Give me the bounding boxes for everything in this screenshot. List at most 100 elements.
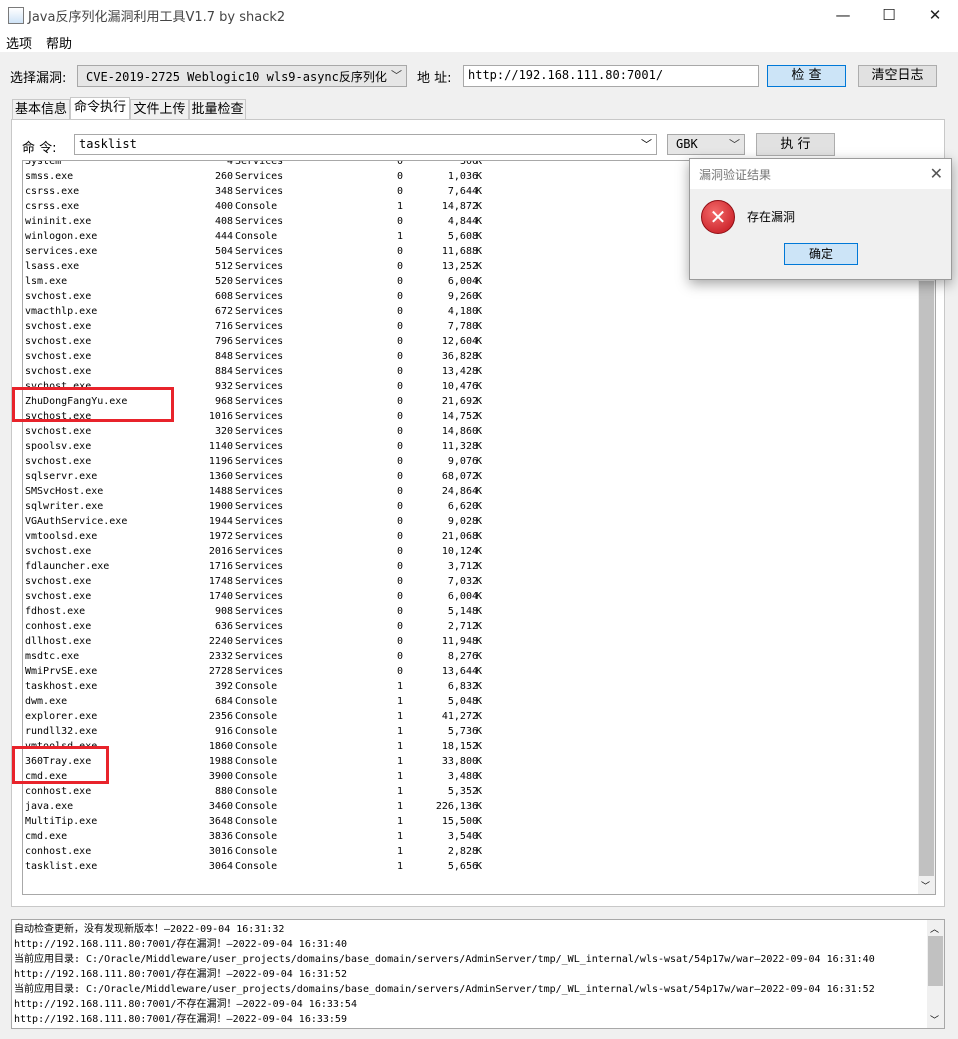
tab-basic-info[interactable]: 基本信息 [12,99,70,119]
process-pid: 504 [214,246,233,257]
process-mem-unit: K [476,516,483,527]
process-pid: 320 [214,426,233,437]
process-pid: 1740 [208,591,233,602]
process-pid: 4 [226,160,233,167]
log-scrollbar[interactable]: ︿ ﹀ [927,920,944,1028]
process-mem-unit: K [476,486,483,497]
process-mem-unit: K [476,160,483,167]
process-session: Services [235,186,284,197]
process-mem-unit: K [476,276,483,287]
process-mem: 300 [459,160,478,167]
process-session-num: 0 [397,276,404,287]
encoding-select[interactable]: GBK ﹀ [667,134,745,155]
clear-log-button[interactable]: 清空日志 [858,65,937,87]
process-mem-unit: K [476,501,483,512]
dialog-message: 存在漏洞 [747,210,796,224]
address-input[interactable]: http://192.168.111.80:7001/ [463,65,759,87]
process-mem: 9,028 [447,516,478,527]
vuln-select[interactable]: CVE-2019-2725 Weblogic10 wls9-async反序列化 … [77,65,407,87]
check-button[interactable]: 检 查 [767,65,846,87]
process-mem-unit: K [476,426,483,437]
process-session-num: 0 [397,516,404,527]
menu-options[interactable]: 选项 [6,33,32,52]
process-pid: 1016 [208,411,233,422]
close-button[interactable]: ✕ [912,0,958,30]
process-mem-unit: K [476,696,483,707]
process-pid: 348 [214,186,233,197]
log-scroll-thumb[interactable] [928,936,943,986]
app-icon [8,7,24,24]
process-pid: 1748 [208,576,233,587]
minimize-button[interactable]: — [820,0,866,30]
process-mem-unit: K [476,621,483,632]
error-icon: ✕ [701,200,735,234]
process-mem-unit: K [476,471,483,482]
process-session: Services [235,261,284,272]
process-mem: 2,712 [447,621,478,632]
process-session-num: 0 [397,456,404,467]
process-mem-unit: K [476,786,483,797]
tab-file-upload[interactable]: 文件上传 [130,99,189,119]
process-session-num: 0 [397,216,404,227]
process-mem-unit: K [476,531,483,542]
process-pid: 932 [214,381,233,392]
maximize-button[interactable]: ☐ [866,0,912,30]
process-mem: 8,276 [447,651,478,662]
process-name: dwm.exe [25,696,68,707]
process-mem: 4,180 [447,306,478,317]
process-session-num: 1 [397,771,404,782]
process-mem-unit: K [476,351,483,362]
process-name: tasklist.exe [25,861,98,872]
process-mem: 3,540 [447,831,478,842]
process-session-num: 1 [397,741,404,752]
process-mem-unit: K [476,741,483,752]
process-name: svchost.exe [25,351,92,362]
process-mem-unit: K [476,651,483,662]
tab-command-exec[interactable]: 命令执行 [70,97,130,120]
process-name: taskhost.exe [25,681,98,692]
process-session-num: 0 [397,546,404,557]
highlight-box [12,746,109,784]
output-scroll-thumb[interactable] [919,281,934,876]
process-mem-unit: K [476,201,483,212]
tab-batch-check[interactable]: 批量检查 [189,99,246,119]
process-session-num: 0 [397,441,404,452]
process-session: Services [235,531,284,542]
execute-button[interactable]: 执 行 [756,133,835,156]
menu-help[interactable]: 帮助 [46,33,72,52]
process-session: Console [235,786,278,797]
process-mem-unit: K [476,246,483,257]
log-area[interactable]: ︿ ﹀ 自动检查更新，没有发现新版本！—2022-09-04 16:31:32 h… [11,919,945,1029]
process-mem: 2,828 [447,846,478,857]
process-name: cmd.exe [25,831,68,842]
process-session-num: 1 [397,756,404,767]
process-session: Console [235,711,278,722]
process-mem: 9,260 [447,291,478,302]
command-input[interactable]: tasklist ﹀ [74,134,657,155]
process-pid: 636 [214,621,233,632]
process-mem-unit: K [476,456,483,467]
process-mem-unit: K [476,546,483,557]
scroll-down-icon[interactable]: ﹀ [930,1013,939,1026]
scroll-up-icon[interactable]: ︿ [930,922,939,935]
menu-bar: 选项 帮助 [0,30,958,52]
process-mem: 5,352 [447,786,478,797]
process-session-num: 1 [397,831,404,842]
process-mem: 226,136 [435,801,478,812]
close-icon[interactable]: ✕ [930,164,943,183]
process-name: explorer.exe [25,711,98,722]
process-name: rundll32.exe [25,726,98,737]
process-name: svchost.exe [25,576,92,587]
process-session-num: 1 [397,846,404,857]
process-mem: 13,644 [441,666,478,677]
ok-button[interactable]: 确定 [784,243,858,265]
scroll-down-icon[interactable]: ﹀ [921,879,930,892]
process-mem: 68,072 [441,471,478,482]
vuln-select-value: CVE-2019-2725 Weblogic10 wls9-async反序列化 [86,70,387,84]
process-mem-unit: K [476,681,483,692]
process-mem-unit: K [476,711,483,722]
process-mem: 3,480 [447,771,478,782]
process-mem: 10,476 [441,381,478,392]
log-line: http://192.168.111.80:7001/不存在漏洞！—2022-0… [14,999,357,1010]
process-session: Services [235,651,284,662]
